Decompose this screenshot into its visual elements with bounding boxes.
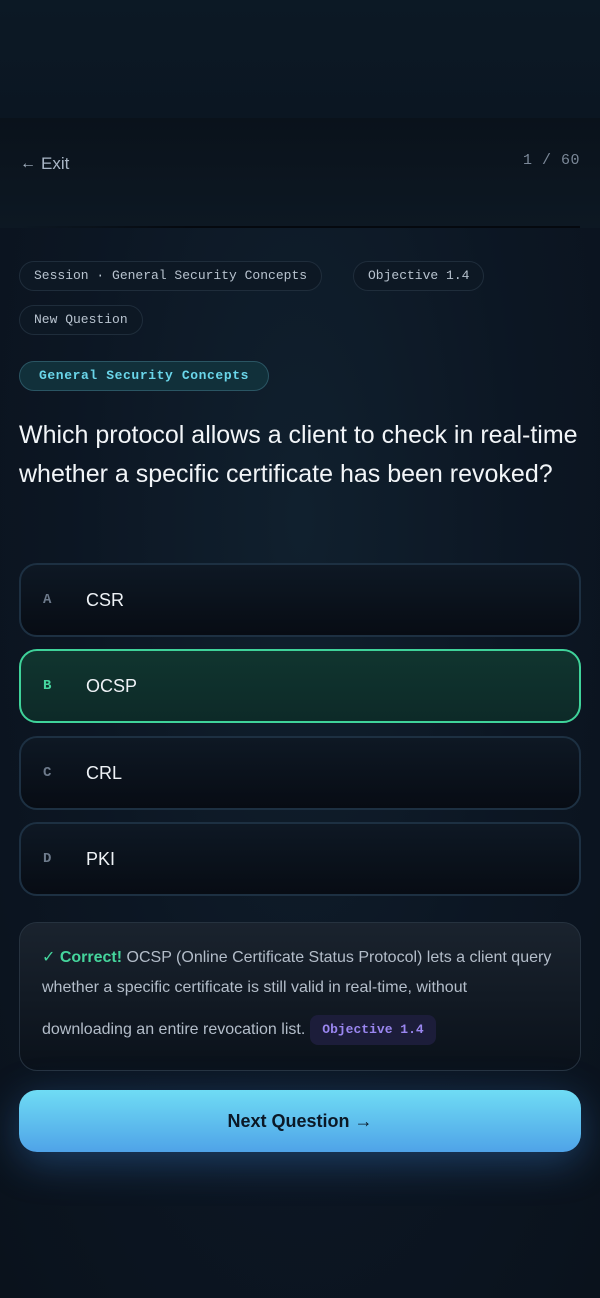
exit-label: Exit [41, 154, 70, 173]
quiz-screen: ← Exit 1 / 60 Session · General Security… [0, 0, 600, 1298]
answer-option-a[interactable]: A CSR [19, 563, 581, 637]
answer-option-b[interactable]: B OCSP [19, 649, 581, 723]
question-status-chip: New Question [19, 305, 143, 335]
option-text: CRL [86, 762, 123, 783]
next-question-button[interactable]: Next Question → [19, 1090, 581, 1152]
correct-label: ✓ Correct! [42, 949, 123, 966]
feedback-line: downloading an entire revocation list. O… [42, 1015, 558, 1045]
session-chip: Session · General Security Concepts [19, 261, 323, 291]
option-letter: B [43, 678, 52, 694]
option-text: PKI [86, 848, 116, 869]
feedback-text: ✓ Correct! OCSP (Online Certificate Stat… [42, 943, 558, 1003]
option-text: OCSP [86, 675, 138, 696]
option-letter: C [43, 765, 52, 781]
option-text: CSR [86, 589, 125, 610]
option-letter: A [43, 592, 52, 608]
answer-option-d[interactable]: D PKI [19, 822, 581, 896]
status-bar-area [0, 0, 600, 118]
header-divider [20, 226, 580, 228]
question-progress: 1 / 60 [522, 152, 580, 169]
exit-button[interactable]: ← Exit [20, 150, 69, 178]
header-bar [0, 118, 600, 228]
arrow-left-icon: ← [20, 155, 36, 172]
feedback-explanation-end: downloading an entire revocation list. [42, 1021, 306, 1038]
question-text: Which protocol allows a client to check … [19, 421, 578, 488]
option-letter: D [43, 851, 52, 867]
answer-feedback-panel: ✓ Correct! OCSP (Online Certificate Stat… [19, 922, 581, 1071]
topic-badge: General Security Concepts [19, 361, 270, 391]
objective-badge: Objective 1.4 [310, 1015, 436, 1045]
answer-option-c[interactable]: C CRL [19, 736, 581, 810]
objective-chip: Objective 1.4 [353, 261, 485, 291]
